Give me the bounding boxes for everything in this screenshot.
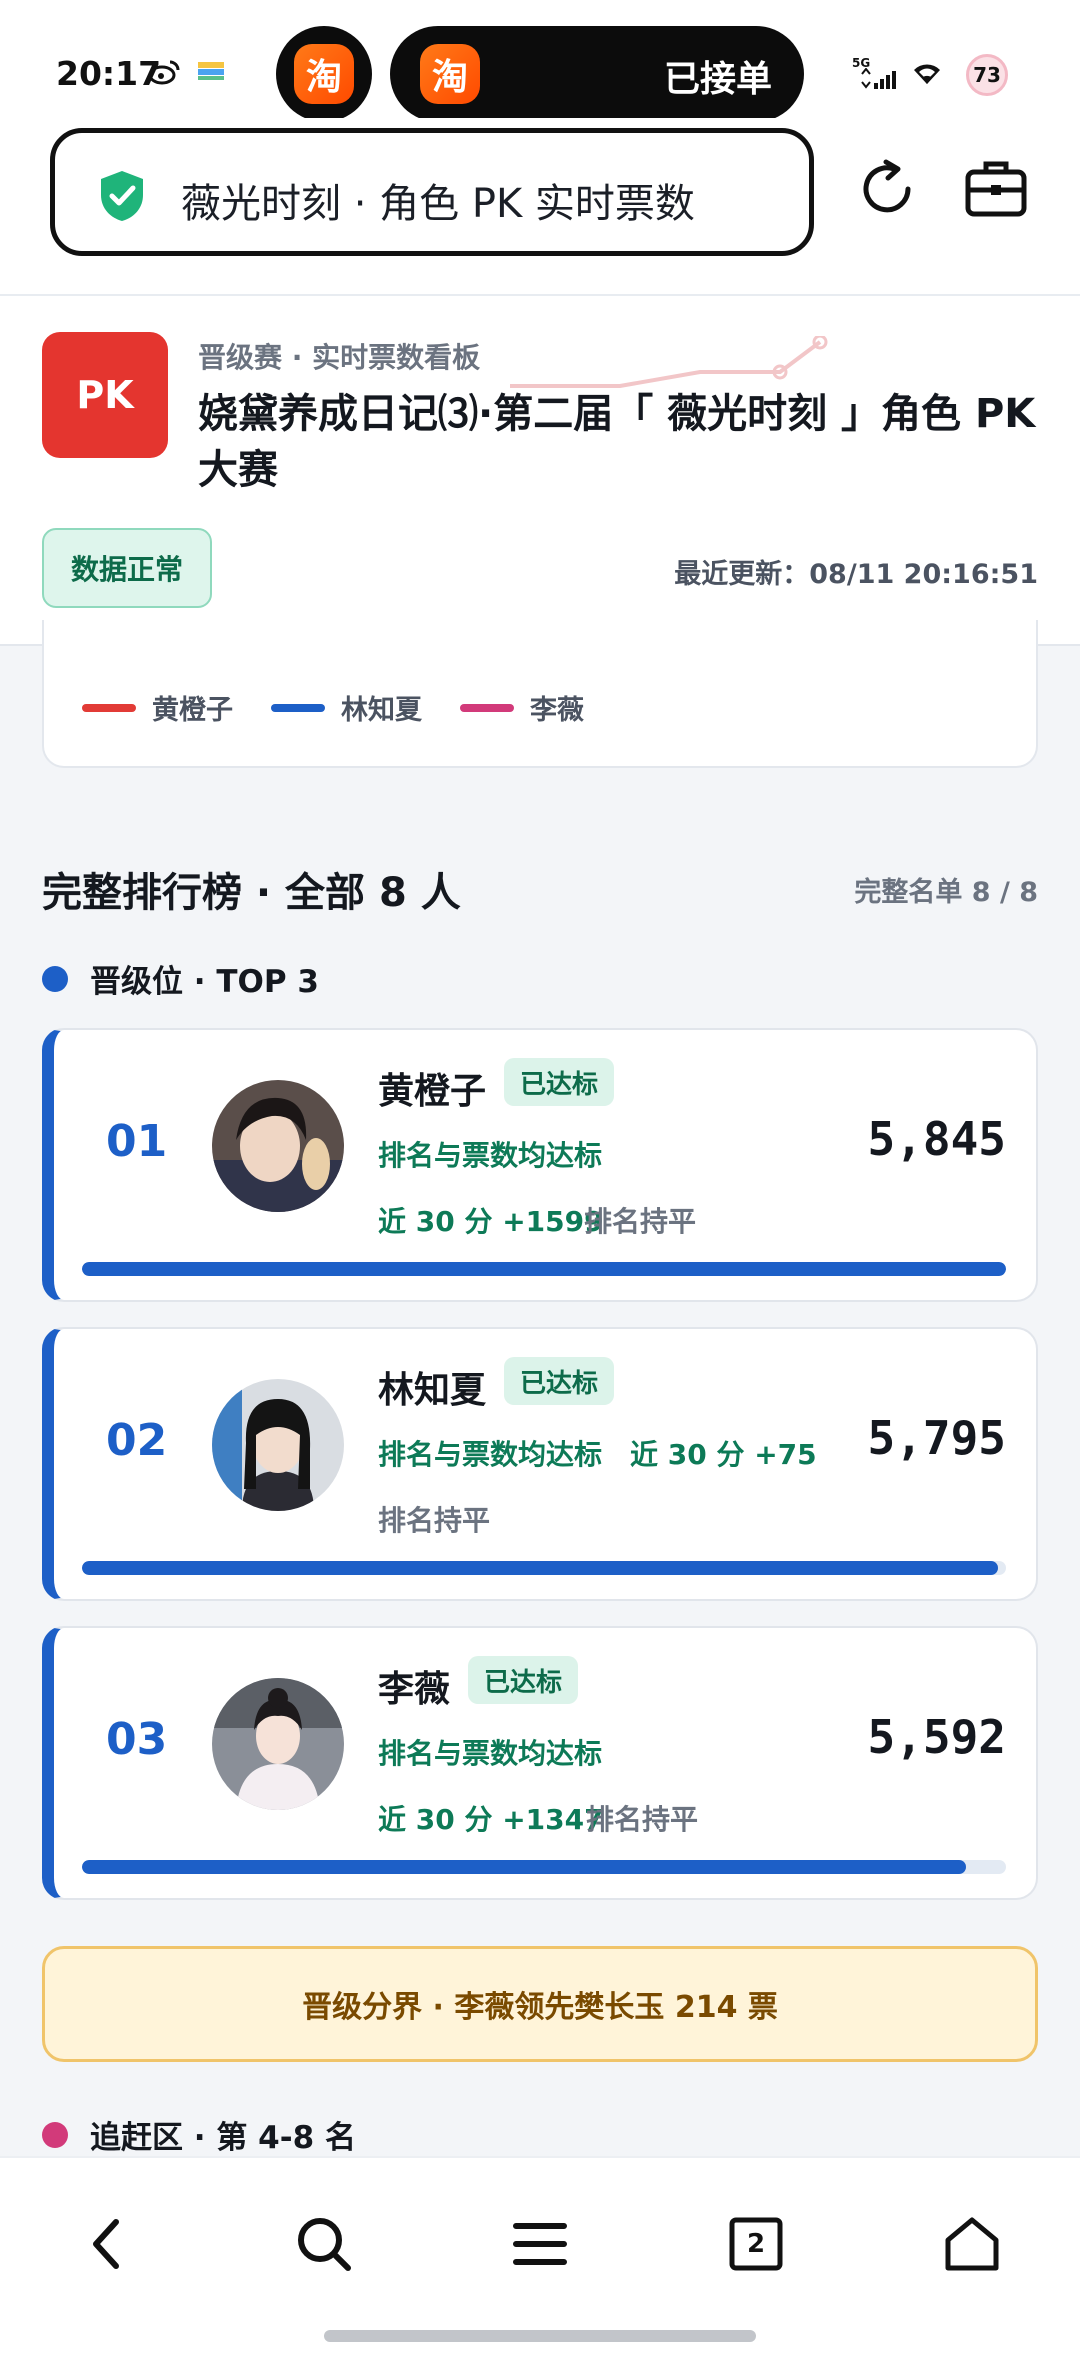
last-update-label: 最近更新：: [674, 559, 810, 590]
search-button[interactable]: [284, 2204, 364, 2284]
rank-number: 02: [106, 1415, 168, 1466]
legend-item: 李薇: [460, 688, 584, 727]
chart-legend: 黄橙子 林知夏 李薇: [82, 688, 584, 727]
dynamic-island-order[interactable]: 淘 已接单: [390, 26, 804, 122]
header-subtitle: 晋级赛 · 实时票数看板: [198, 341, 481, 374]
qualification-status: 排名与票数均达标: [378, 1737, 603, 1770]
last-update-time: 08/11 20:16:51: [809, 559, 1038, 590]
ranking-title: 完整排行榜 · 全部 8 人: [42, 870, 461, 916]
legend-swatch: [460, 703, 514, 712]
rank-card[interactable]: 02 林知夏 已达标 排名与票数均达标 近 30 分 +75 排名持平 5,79…: [42, 1327, 1038, 1601]
battery-indicator: 73: [966, 54, 1008, 96]
home-button[interactable]: [932, 2204, 1012, 2284]
browser-toolbar: 薇光时刻 · 角色 PK 实时票数: [0, 118, 1080, 294]
group-dot-icon: [42, 2121, 68, 2148]
group-label: 追赶区 · 第 4-8 名: [90, 2120, 356, 2156]
vote-count: 5,845: [867, 1112, 1006, 1166]
group-heading-top: 晋级位 · TOP 3: [42, 956, 319, 1001]
rank-change: 排名持平: [584, 1205, 697, 1238]
vote-progress-bar: [82, 1561, 1006, 1575]
group-label: 晋级位 · TOP 3: [90, 964, 319, 1000]
page-header: PK 晋级赛 · 实时票数看板 娆黛养成日记⑶·第二届「 薇光时刻 」角色 PK…: [0, 294, 1080, 646]
legend-label: 李薇: [530, 695, 584, 726]
avatar: [212, 1080, 344, 1212]
page-title-in-address: 薇光时刻 · 角色 PK 实时票数: [181, 181, 695, 227]
toolbox-icon[interactable]: [964, 158, 1028, 218]
legend-swatch: [271, 703, 325, 712]
home-indicator: [324, 2330, 756, 2342]
group-dot-icon: [42, 965, 68, 992]
secure-shield-icon: [101, 171, 143, 221]
qualified-badge: 已达标: [504, 1058, 615, 1106]
app-notification-icon: [198, 62, 224, 80]
avatar: [212, 1678, 344, 1810]
qualified-badge: 已达标: [504, 1357, 615, 1405]
home-icon: [945, 2217, 999, 2271]
vote-progress-fill: [82, 1262, 1006, 1276]
qualification-status: 排名与票数均达标: [378, 1139, 603, 1172]
tabs-button[interactable]: 2: [716, 2204, 796, 2284]
vote-trend: 近 30 分 +1347: [378, 1803, 604, 1836]
rank-number: 01: [106, 1116, 168, 1167]
vote-progress-fill: [82, 1860, 967, 1874]
last-update: 最近更新：08/11 20:16:51: [674, 552, 1038, 591]
order-status: 已接单: [663, 59, 772, 100]
rank-card[interactable]: 01 黄橙子 已达标 排名与票数均达标 近 30 分 +1599 排名持平 5,…: [42, 1028, 1038, 1302]
rank-change: 排名持平: [378, 1504, 491, 1537]
vote-trend: 近 30 分 +75: [630, 1438, 817, 1471]
signal-icon: [861, 68, 896, 89]
ranking-count: 完整名单 8 / 8: [854, 877, 1038, 908]
legend-swatch: [82, 703, 136, 712]
vote-trend: 近 30 分 +1599: [378, 1205, 604, 1238]
vote-count: 5,795: [867, 1411, 1006, 1465]
reload-icon[interactable]: [856, 158, 918, 220]
vote-count: 5,592: [867, 1710, 1006, 1764]
page-title: 娆黛养成日记⑶·第二届「 薇光时刻 」角色 PK 大赛: [198, 391, 1036, 493]
rank-change: 排名持平: [586, 1803, 699, 1836]
rank-card[interactable]: 03 李薇 已达标 排名与票数均达标 近 30 分 +1347 排名持平 5,5…: [42, 1626, 1038, 1900]
taobao-icon: 淘: [294, 44, 354, 104]
menu-button[interactable]: [500, 2204, 580, 2284]
weibo-icon: [148, 60, 180, 85]
data-status-badge: 数据正常: [42, 528, 212, 608]
taobao-icon: 淘: [420, 44, 480, 104]
contestant-name: 林知夏: [378, 1370, 487, 1411]
tab-count: 2: [746, 2229, 766, 2259]
chevron-left-icon: [93, 2219, 119, 2269]
vote-progress-bar: [82, 1860, 1006, 1874]
qualified-badge: 已达标: [468, 1656, 579, 1704]
promotion-boundary-banner: 晋级分界 · 李薇领先樊长玉 214 票: [42, 1946, 1038, 2062]
vote-progress-fill: [82, 1561, 998, 1575]
group-heading-chase: 追赶区 · 第 4-8 名: [42, 2112, 356, 2157]
taobao-island[interactable]: 淘: [276, 26, 372, 122]
pk-logo: PK: [42, 332, 168, 458]
status-bar: 20:17 淘 淘 已接单 5G 73: [0, 0, 1080, 130]
qualification-status: 排名与票数均达标: [378, 1438, 603, 1471]
address-bar[interactable]: 薇光时刻 · 角色 PK 实时票数: [50, 128, 814, 256]
contestant-name: 黄橙子: [378, 1071, 487, 1112]
legend-item: 黄橙子: [82, 688, 233, 727]
menu-icon: [513, 2223, 567, 2265]
vote-progress-bar: [82, 1262, 1006, 1276]
wifi-icon: [914, 64, 940, 84]
legend-item: 林知夏: [271, 688, 422, 727]
avatar: [212, 1379, 344, 1511]
back-button[interactable]: [66, 2204, 146, 2284]
search-icon: [298, 2218, 351, 2271]
legend-label: 黄橙子: [152, 695, 233, 726]
status-time: 20:17: [56, 54, 162, 93]
browser-bottom-nav: 2: [0, 2156, 1080, 2358]
legend-label: 林知夏: [341, 695, 422, 726]
vote-trend-card: 黄橙子 林知夏 李薇: [42, 620, 1038, 768]
rank-number: 03: [106, 1714, 168, 1765]
contestant-name: 李薇: [378, 1669, 451, 1710]
